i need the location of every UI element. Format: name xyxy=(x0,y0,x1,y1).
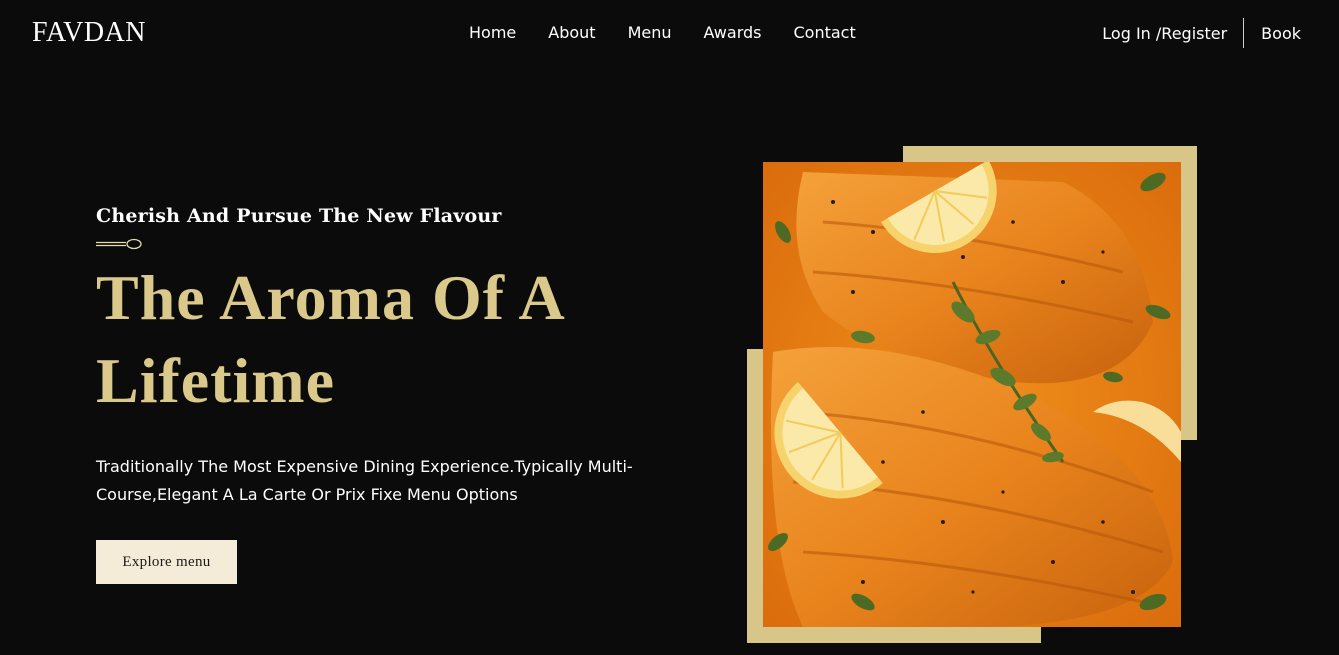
nav-contact[interactable]: Contact xyxy=(793,22,855,44)
explore-menu-button[interactable]: Explore menu xyxy=(96,540,237,584)
spoon-icon xyxy=(96,238,142,250)
nav-home[interactable]: Home xyxy=(469,22,516,44)
hero-title-line-2: Lifetime xyxy=(96,345,335,416)
hero-title-line-1: The Aroma Of A xyxy=(96,262,566,333)
nav-awards[interactable]: Awards xyxy=(704,22,762,44)
hero-description: Traditionally The Most Expensive Dining … xyxy=(96,457,633,504)
hero-food-image xyxy=(763,162,1181,627)
main-nav: Home About Menu Awards Contact xyxy=(469,22,856,44)
login-register-link[interactable]: Log In /Register xyxy=(1102,24,1243,43)
nav-about[interactable]: About xyxy=(548,22,595,44)
hero-title: The Aroma Of A Lifetime xyxy=(96,256,656,422)
logo[interactable]: FAVDAN xyxy=(32,17,146,49)
account-nav: Log In /Register Book xyxy=(1102,18,1301,48)
book-link[interactable]: Book xyxy=(1244,24,1301,43)
hero-tagline: Cherish And Pursue The New Flavour xyxy=(96,205,502,227)
nav-menu[interactable]: Menu xyxy=(628,22,672,44)
